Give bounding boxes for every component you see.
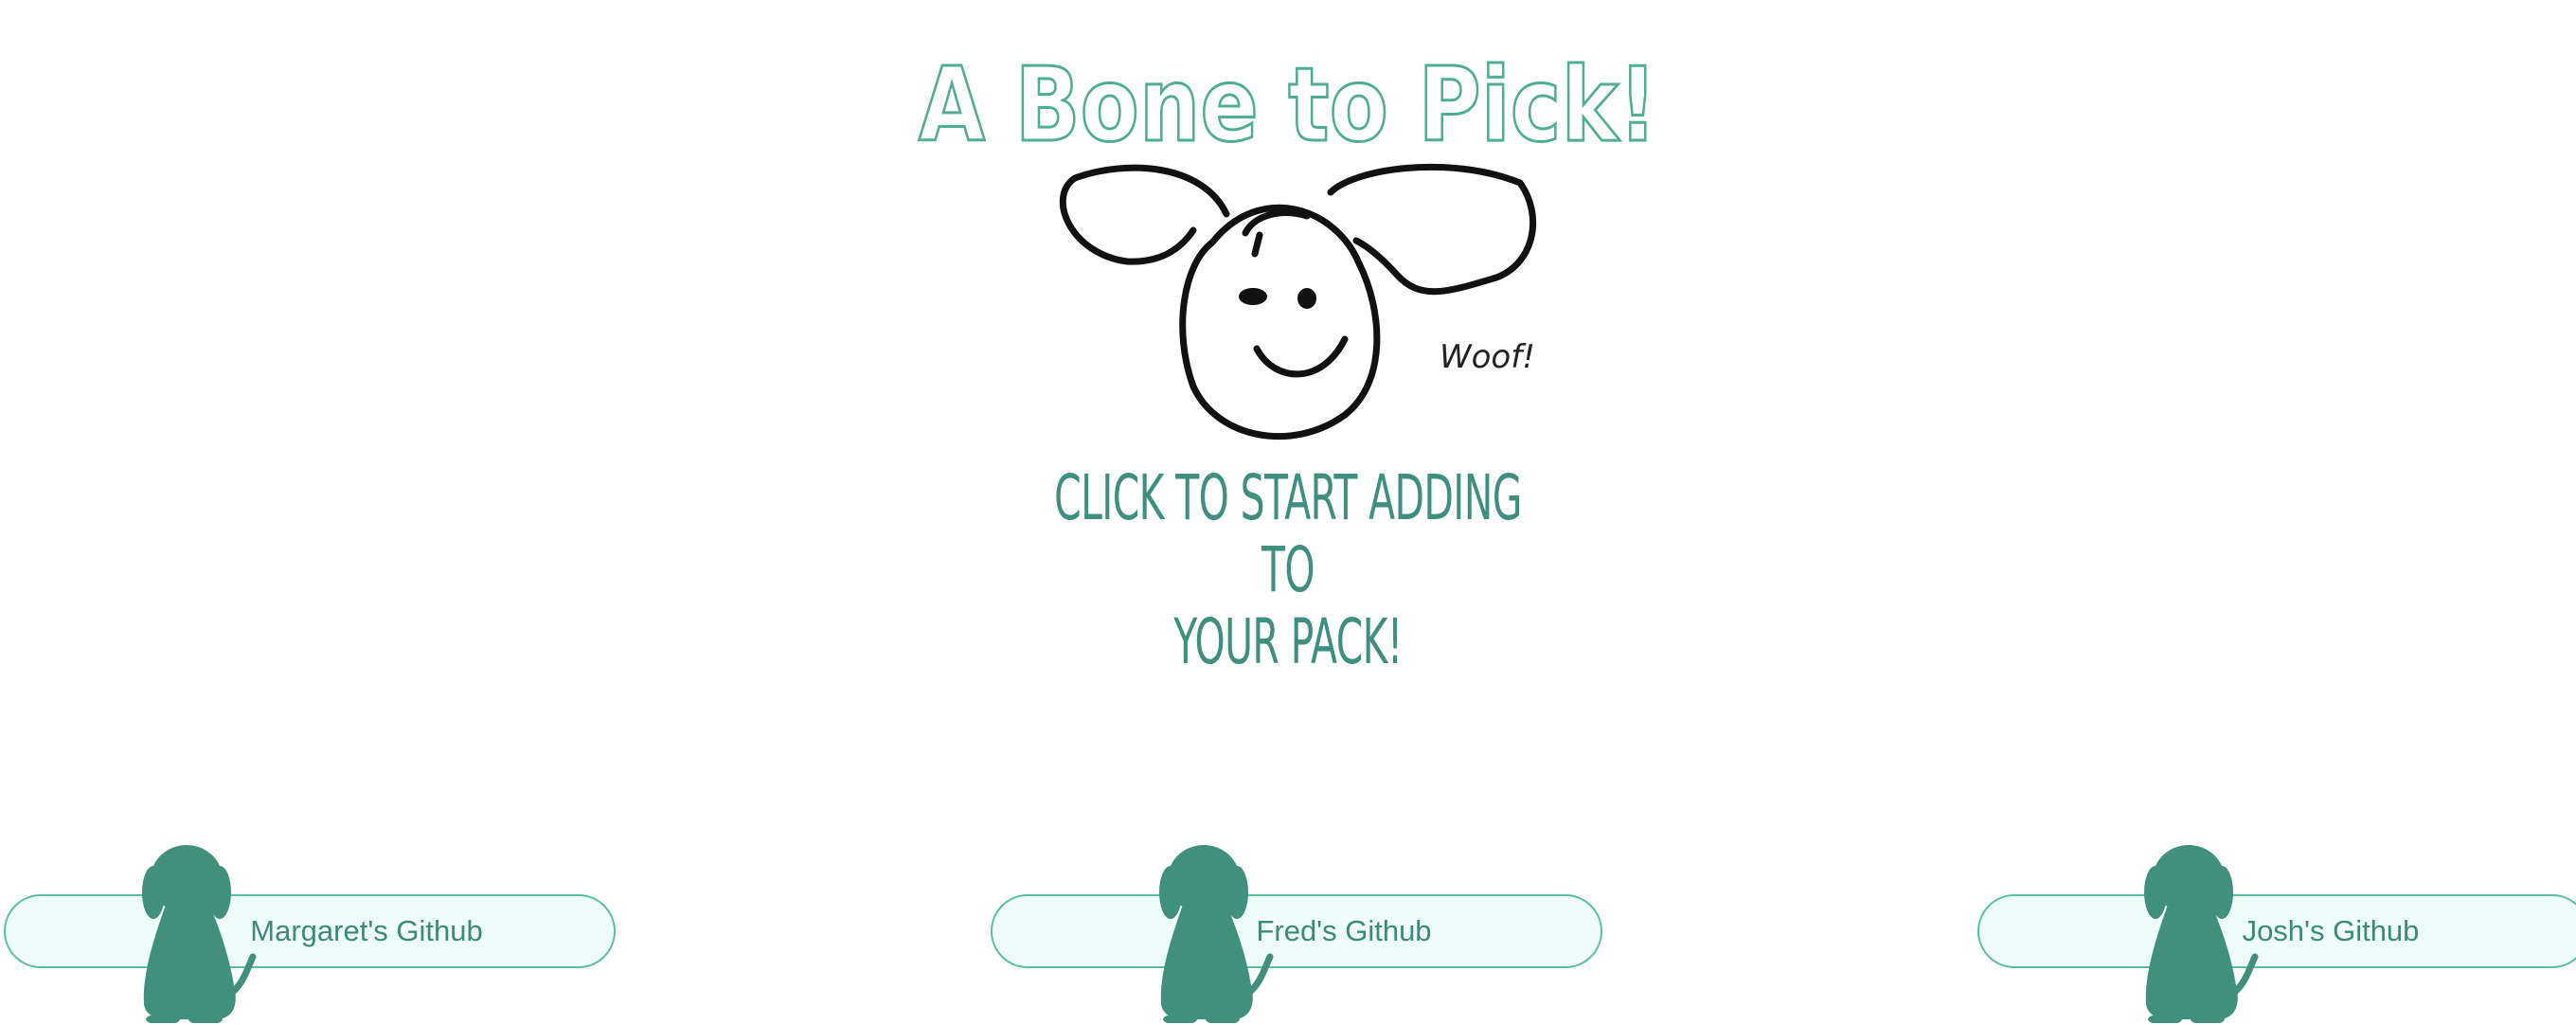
dog-silhouette-icon [1159,845,1274,1023]
page-title-text: A Bone to Pick! [919,46,1657,165]
cta-line-1: Click to start adding to [1054,461,1522,606]
start-pack-link[interactable]: Click to start adding to your pack! [1053,462,1523,678]
cta-line-2: your pack! [1173,605,1403,678]
dog-silhouette-icon [142,845,257,1023]
josh-github-label: Josh's Github [2242,914,2420,947]
dog-silhouette-icon [2144,845,2259,1023]
dog-face-drawing: Woof! [1051,159,1553,453]
mascot-speech: Woof! [1440,338,1535,376]
page-title: A Bone to Pick! [909,28,1667,171]
fred-github-link[interactable]: Fred's Github [991,894,1602,968]
margaret-github-label: Margaret's Github [250,914,483,947]
josh-github-link[interactable]: Josh's Github [1977,894,2576,968]
fred-github-label: Fred's Github [1256,914,1432,947]
margaret-github-link[interactable]: Margaret's Github [4,894,616,968]
page: A Bone to Pick! Woof! CLICK TO START ADD… [0,0,2576,1025]
